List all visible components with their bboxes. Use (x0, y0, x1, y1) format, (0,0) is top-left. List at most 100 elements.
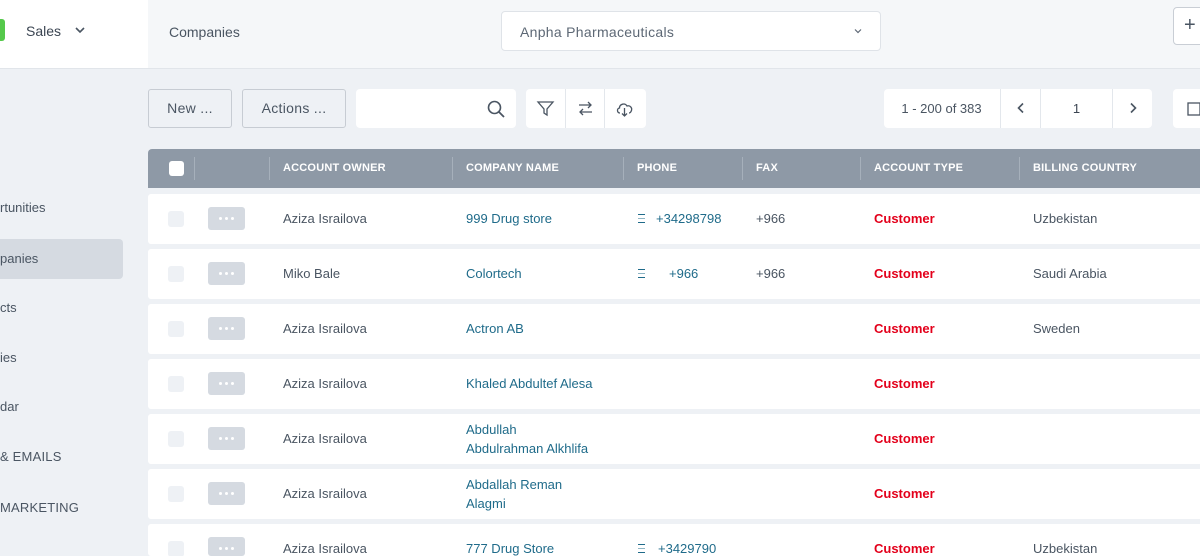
sidebar-item-opportunities[interactable]: rtunities (0, 188, 123, 228)
row-more-button[interactable] (208, 537, 245, 556)
select-all-checkbox[interactable] (169, 161, 184, 176)
table-row[interactable]: Aziza Israilova Khaled Abdultef Alesa Cu… (148, 359, 1200, 409)
cell-company-name-line: Abdullah (466, 422, 517, 437)
company-select[interactable]: Anpha Pharmaceuticals (501, 11, 881, 51)
search-icon[interactable] (487, 100, 505, 118)
column-header-account-type[interactable]: ACCOUNT TYPE (874, 149, 963, 188)
sidebar-item-contacts[interactable]: cts (0, 288, 123, 328)
row-more-button[interactable] (208, 317, 245, 340)
cell-account-owner: Aziza Israilova (283, 321, 367, 336)
sidebar-item-marketing[interactable]: MARKETING (0, 488, 123, 528)
download-button[interactable] (604, 89, 643, 128)
chevron-left-icon (1017, 102, 1024, 114)
row-more-button[interactable] (208, 372, 245, 395)
chevron-down-icon (854, 29, 862, 34)
sidebar-item-label: ies (0, 350, 17, 365)
cell-account-type: Customer (874, 541, 935, 556)
table-row[interactable]: Aziza Israilova 777 Drug Store +3429790 … (148, 524, 1200, 556)
table-row[interactable]: Aziza Israilova Abdallah Reman Alagmi Cu… (148, 469, 1200, 519)
phone-icon[interactable] (638, 269, 645, 278)
sidebar-item-label: MARKETING (0, 500, 80, 515)
phone-icon[interactable] (638, 214, 645, 223)
row-checkbox[interactable] (168, 486, 184, 502)
chevron-right-icon (1130, 102, 1137, 114)
page-number-input[interactable]: 1 (1040, 89, 1112, 128)
sidebar-item-emails[interactable]: & EMAILS (0, 437, 123, 477)
sidebar-item-calendar[interactable]: dar (0, 387, 123, 427)
cell-phone[interactable]: +3429790 (658, 541, 716, 556)
cell-company-name[interactable]: Abdallah Reman Alagmi (466, 475, 562, 513)
app-label: Sales (26, 23, 62, 39)
column-header-fax[interactable]: FAX (756, 149, 778, 188)
app-switcher[interactable]: Sales (0, 0, 148, 69)
pager-range: 1 - 200 of 383 (901, 101, 982, 116)
cell-account-type: Customer (874, 321, 935, 336)
row-more-button[interactable] (208, 262, 245, 285)
cell-fax: +966 (756, 211, 786, 226)
cell-fax: +966 (756, 266, 786, 281)
chevron-down-icon (75, 27, 85, 34)
sidebar-item-label: cts (0, 300, 17, 315)
cell-account-owner: Aziza Israilova (283, 431, 367, 446)
cell-account-owner: Aziza Israilova (283, 541, 367, 556)
cell-company-name-line: Alagmi (466, 496, 506, 511)
table-row[interactable]: Aziza Israilova 999 Drug store +34298798… (148, 194, 1200, 244)
actions-button[interactable]: Actions ... (242, 89, 346, 128)
row-checkbox[interactable] (168, 321, 184, 337)
row-more-button[interactable] (208, 427, 245, 450)
phone-icon[interactable] (638, 544, 645, 553)
row-checkbox[interactable] (168, 431, 184, 447)
table-row[interactable]: Aziza Israilova Abdullah Abdulrahman Alk… (148, 414, 1200, 464)
cell-company-name[interactable]: 777 Drug Store (466, 541, 554, 556)
cell-company-name[interactable]: Abdullah Abdulrahman Alkhlifa (466, 420, 588, 458)
top-bar: Companies Anpha Pharmaceuticals + (148, 0, 1200, 69)
column-header-account-owner[interactable]: ACCOUNT OWNER (283, 149, 386, 188)
row-more-button[interactable] (208, 207, 245, 230)
column-header-company-name[interactable]: COMPANY NAME (466, 149, 559, 188)
sidebar-item-companies[interactable]: panies (0, 239, 123, 279)
cell-account-owner: Aziza Israilova (283, 486, 367, 501)
row-more-button[interactable] (208, 482, 245, 505)
table-row[interactable]: Miko Bale Colortech +966 +966 Customer S… (148, 249, 1200, 299)
row-checkbox[interactable] (168, 266, 184, 282)
cell-account-type: Customer (874, 431, 935, 446)
cell-account-owner: Aziza Israilova (283, 376, 367, 391)
sidebar-item-label: rtunities (0, 200, 46, 215)
row-checkbox[interactable] (168, 211, 184, 227)
cell-company-name[interactable]: Colortech (466, 266, 522, 281)
table-row[interactable]: Aziza Israilova Actron AB Customer Swede… (148, 304, 1200, 354)
cell-company-name[interactable]: 999 Drug store (466, 211, 552, 226)
cell-phone[interactable]: +966 (669, 266, 698, 281)
cell-phone[interactable]: +34298798 (656, 211, 721, 226)
row-checkbox[interactable] (168, 376, 184, 392)
column-header-billing-country[interactable]: BILLING COUNTRY (1033, 149, 1137, 188)
prev-page-button[interactable] (1000, 89, 1040, 128)
filter-button[interactable] (526, 89, 565, 128)
cell-company-name[interactable]: Actron AB (466, 321, 524, 336)
search-box (356, 89, 516, 128)
cloud-download-icon (616, 103, 633, 117)
sidebar-item-activities[interactable]: ies (0, 338, 123, 378)
cell-account-owner: Miko Bale (283, 266, 341, 281)
cell-billing-country: Uzbekistan (1033, 541, 1098, 556)
add-button[interactable]: + (1173, 7, 1200, 45)
column-header-phone[interactable]: PHONE (637, 149, 677, 188)
table-header: ACCOUNT OWNER COMPANY NAME PHONE FAX ACC… (148, 149, 1200, 188)
search-input[interactable] (356, 89, 476, 128)
list-tools (526, 89, 646, 128)
swap-button[interactable] (565, 89, 604, 128)
column-divider (452, 157, 453, 180)
cell-billing-country: Sweden (1033, 321, 1080, 336)
column-divider (194, 157, 195, 180)
breadcrumb: Companies (169, 24, 240, 40)
cell-account-owner: Aziza Israilova (283, 211, 367, 226)
next-page-button[interactable] (1112, 89, 1152, 128)
cell-company-name[interactable]: Khaled Abdultef Alesa (466, 376, 593, 391)
row-checkbox[interactable] (168, 541, 184, 556)
column-divider (1019, 157, 1020, 180)
columns-button[interactable] (1173, 89, 1200, 128)
column-divider (742, 157, 743, 180)
new-button[interactable]: New ... (148, 89, 232, 128)
cell-billing-country: Uzbekistan (1033, 211, 1098, 226)
pagination: 1 - 200 of 383 1 (884, 89, 1152, 128)
